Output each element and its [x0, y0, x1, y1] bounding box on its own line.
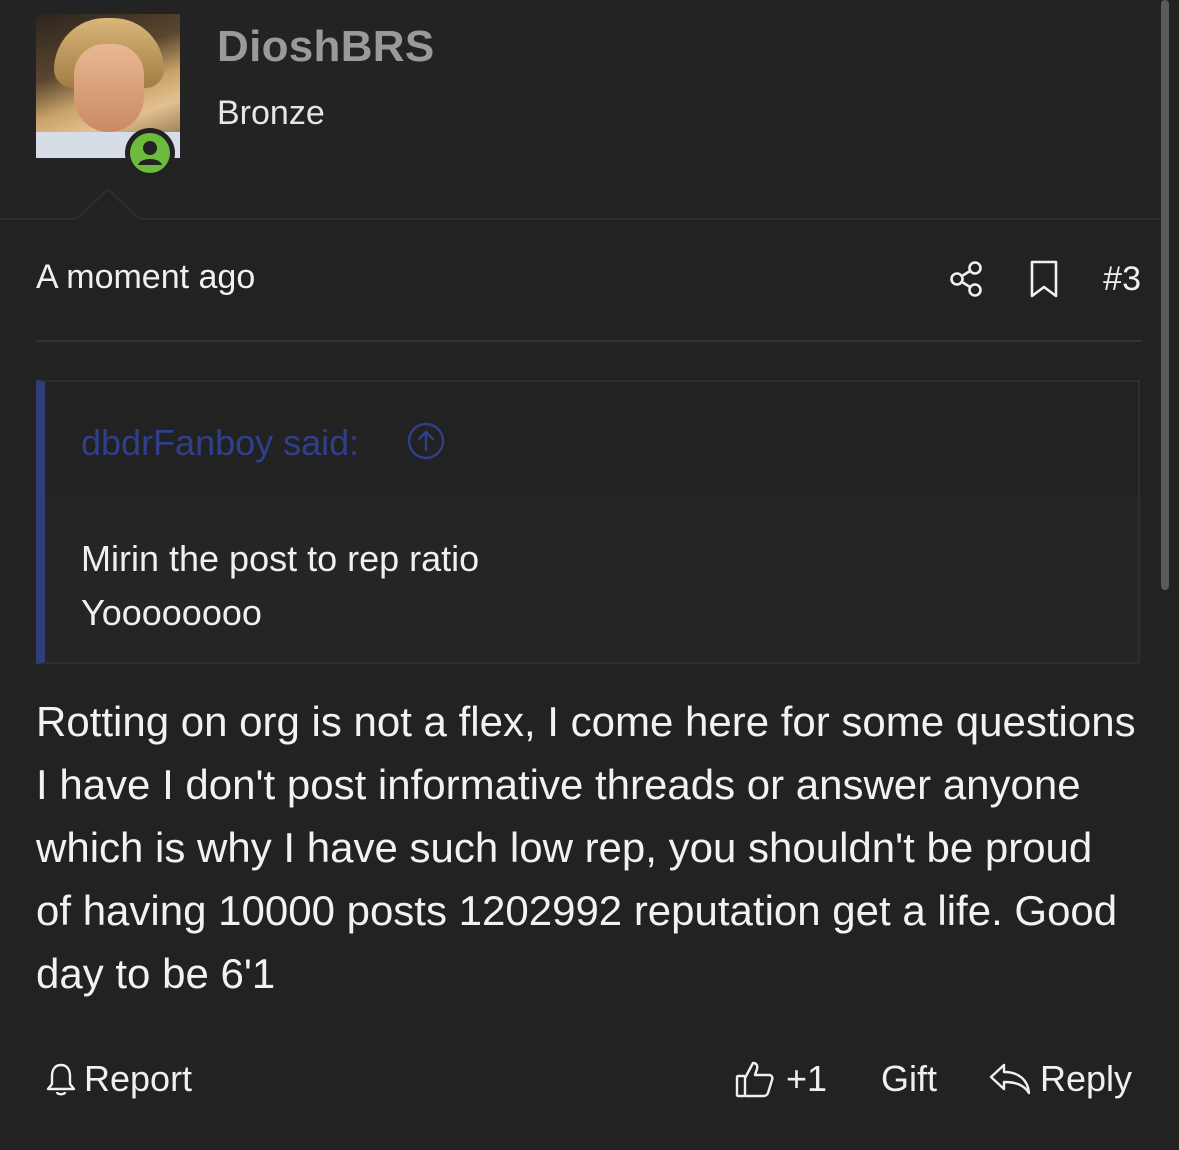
- user-rank: Bronze: [217, 94, 325, 132]
- quote-line: Yoooooooo: [81, 592, 262, 633]
- share-icon[interactable]: [947, 259, 987, 299]
- quote-header: dbdrFanboy said:: [45, 382, 1138, 496]
- quote-block: dbdrFanboy said: Mirin the post to rep r…: [36, 380, 1140, 664]
- like-button[interactable]: +1: [734, 1058, 827, 1100]
- post-page: DioshBRS Bronze A moment ago #3 dbdrFanb…: [0, 0, 1179, 1150]
- post-body-text: Rotting on org is not a flex, I come her…: [36, 698, 1136, 997]
- report-button[interactable]: Report: [44, 1058, 192, 1100]
- header-pointer-fill: [76, 191, 140, 221]
- user-header: DioshBRS Bronze: [0, 0, 1160, 220]
- user-online-icon: [130, 133, 170, 173]
- reply-button[interactable]: Reply: [988, 1058, 1132, 1100]
- bookmark-icon[interactable]: [1027, 259, 1061, 299]
- reply-label: Reply: [1040, 1058, 1133, 1099]
- post-timestamp[interactable]: A moment ago: [36, 258, 255, 297]
- scrollbar-thumb[interactable]: [1161, 0, 1169, 590]
- reply-arrow-icon: [989, 1063, 1031, 1095]
- quote-author-link[interactable]: dbdrFanboy said:: [81, 422, 359, 464]
- report-label: Report: [84, 1058, 193, 1099]
- arrow-up-circle-icon[interactable]: [407, 422, 445, 460]
- post-number-link[interactable]: #3: [1103, 260, 1141, 299]
- post-meta-actions: #3: [947, 256, 1141, 302]
- online-status-badge: [125, 128, 175, 178]
- avatar-face: [74, 44, 144, 132]
- username[interactable]: DioshBRS: [217, 22, 435, 72]
- like-count: +1: [786, 1058, 828, 1099]
- gift-button[interactable]: Gift: [881, 1058, 937, 1100]
- bell-icon: [46, 1063, 76, 1096]
- quote-line: Mirin the post to rep ratio: [81, 538, 480, 579]
- thumbs-up-icon: [735, 1061, 774, 1098]
- divider: [36, 340, 1142, 342]
- quote-content: Mirin the post to rep ratio Yoooooooo: [81, 532, 479, 640]
- post-footer-actions: Report +1 Gift Reply: [0, 1052, 1160, 1112]
